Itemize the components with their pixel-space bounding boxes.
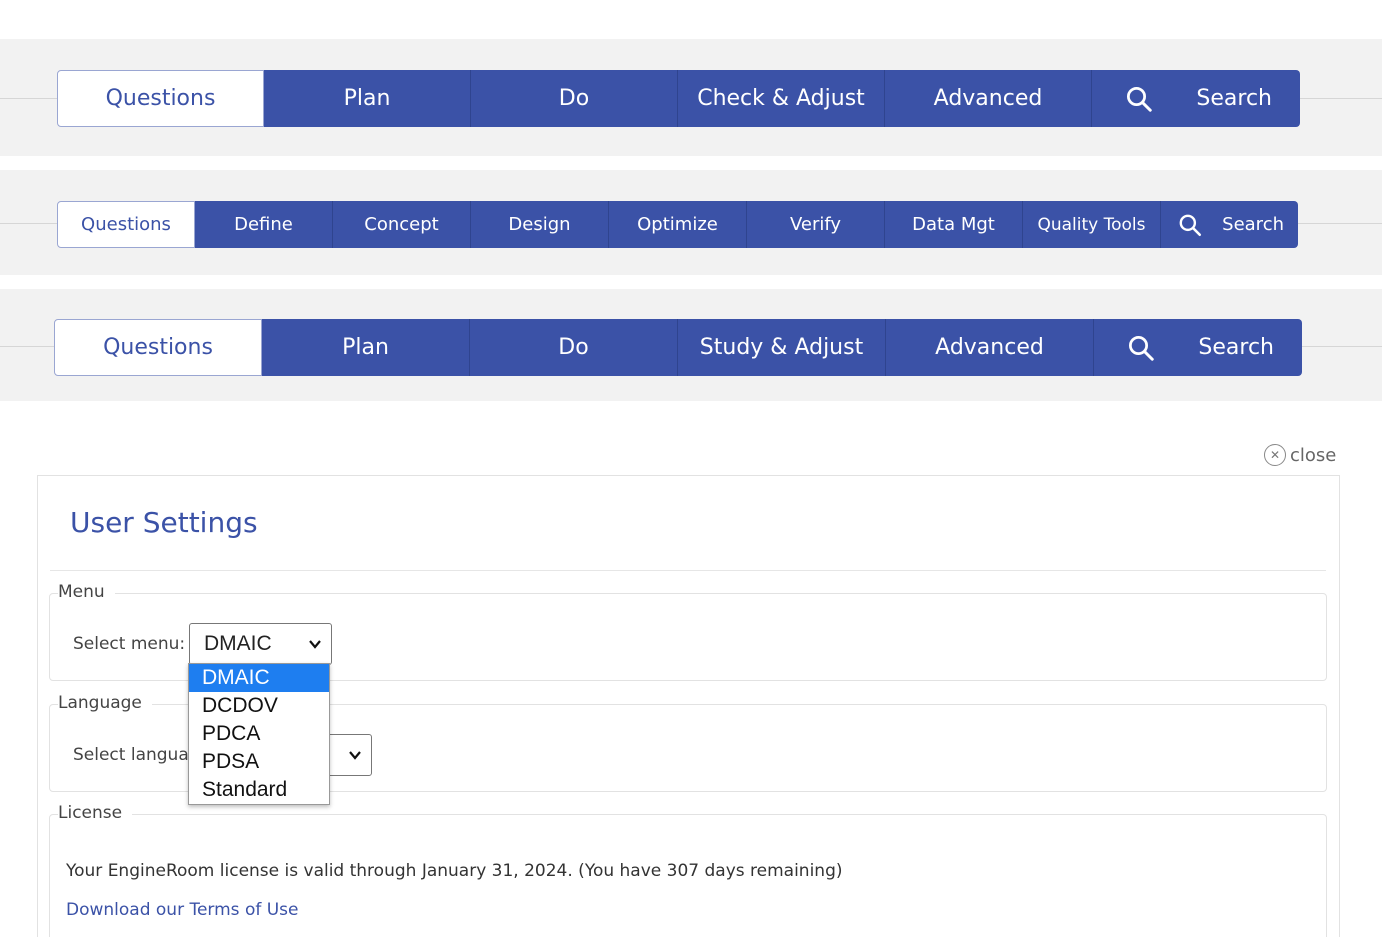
- tab-verify[interactable]: Verify: [747, 201, 885, 248]
- tab-concept[interactable]: Concept: [333, 201, 471, 248]
- tab-quality-tools[interactable]: Quality Tools: [1023, 201, 1161, 248]
- search-button[interactable]: Search: [1094, 319, 1302, 376]
- license-fieldset: License Your EngineRoom license is valid…: [49, 803, 1327, 937]
- menu-option-pdca[interactable]: PDCA: [189, 720, 329, 748]
- tab-questions[interactable]: Questions: [57, 201, 195, 248]
- tab-questions[interactable]: Questions: [57, 70, 264, 127]
- search-label: Search: [1198, 335, 1274, 360]
- menu-option-pdsa[interactable]: PDSA: [189, 748, 329, 776]
- tab-advanced[interactable]: Advanced: [885, 70, 1092, 127]
- terms-of-use-link[interactable]: Download our Terms of Use: [66, 900, 299, 920]
- search-button[interactable]: Search: [1092, 70, 1300, 127]
- tab-do[interactable]: Do: [470, 319, 678, 376]
- search-icon: [1177, 212, 1203, 238]
- search-button[interactable]: Search: [1161, 201, 1298, 248]
- search-label: Search: [1196, 86, 1272, 111]
- tab-data-mgt[interactable]: Data Mgt: [885, 201, 1023, 248]
- menu-select[interactable]: DMAIC: [189, 623, 332, 665]
- tab-optimize[interactable]: Optimize: [609, 201, 747, 248]
- chevron-down-icon: [307, 636, 323, 652]
- license-status-text: Your EngineRoom license is valid through…: [66, 861, 843, 881]
- menubar-check-adjust: Questions Plan Do Check & Adjust Advance…: [57, 70, 1300, 127]
- menu-option-dcdov[interactable]: DCDOV: [189, 692, 329, 720]
- tab-design[interactable]: Design: [471, 201, 609, 248]
- menu-select-dropdown: DMAIC DCDOV PDCA PDSA Standard: [188, 663, 330, 805]
- tab-do[interactable]: Do: [471, 70, 678, 127]
- tab-study-adjust[interactable]: Study & Adjust: [678, 319, 886, 376]
- title-divider: [50, 570, 1326, 571]
- search-icon: [1126, 333, 1156, 363]
- close-button[interactable]: ✕ close: [1264, 444, 1336, 466]
- language-legend: Language: [58, 693, 152, 713]
- menubar-study-adjust: Questions Plan Do Study & Adjust Advance…: [54, 319, 1302, 376]
- search-icon: [1124, 84, 1154, 114]
- tab-plan[interactable]: Plan: [264, 70, 471, 127]
- menu-option-standard[interactable]: Standard: [189, 776, 329, 804]
- tab-check-adjust[interactable]: Check & Adjust: [678, 70, 885, 127]
- search-label: Search: [1222, 214, 1284, 235]
- tab-advanced[interactable]: Advanced: [886, 319, 1094, 376]
- menu-legend: Menu: [58, 582, 115, 602]
- tab-questions[interactable]: Questions: [54, 319, 262, 376]
- license-legend: License: [58, 803, 133, 823]
- chevron-down-icon: [347, 747, 363, 763]
- menu-option-dmaic[interactable]: DMAIC: [189, 664, 329, 692]
- tab-plan[interactable]: Plan: [262, 319, 470, 376]
- menubar-dcdov: Questions Define Concept Design Optimize…: [57, 201, 1298, 248]
- menu-select-value: DMAIC: [204, 632, 272, 655]
- close-label: close: [1290, 444, 1337, 466]
- select-menu-label: Select menu:: [73, 634, 186, 654]
- tab-define[interactable]: Define: [195, 201, 333, 248]
- close-icon: ✕: [1264, 444, 1286, 466]
- page-title: User Settings: [70, 506, 258, 539]
